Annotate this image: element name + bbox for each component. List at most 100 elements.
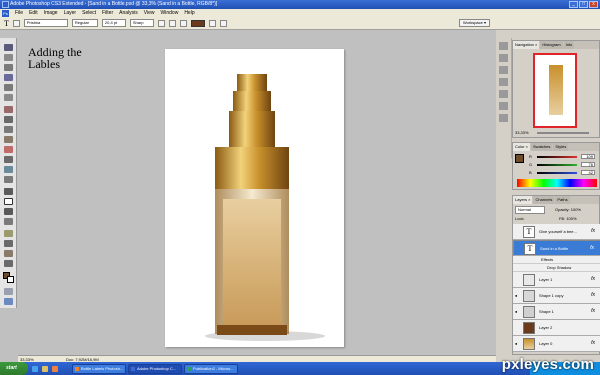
taskbar-item[interactable]: Publication2 - Micros...: [184, 363, 238, 374]
layer-name[interactable]: Layer 1: [539, 277, 552, 282]
antialias-select[interactable]: Sharp: [129, 19, 154, 27]
tab-info[interactable]: Info: [563, 41, 575, 49]
layer-name[interactable]: Shape 1: [539, 309, 554, 314]
navigator-zoom-slider[interactable]: [537, 132, 589, 134]
text-color-swatch[interactable]: [190, 19, 205, 27]
dodge-tool-icon[interactable]: [4, 176, 13, 183]
layer-row[interactable]: ● Shape 1 fx: [513, 304, 600, 320]
magic-wand-tool-icon[interactable]: [4, 74, 13, 81]
history-panel-icon[interactable]: [499, 42, 508, 50]
drop-shadow-row[interactable]: Drop Shadow: [513, 264, 600, 272]
eraser-tool-icon[interactable]: [4, 146, 13, 153]
menu-layer[interactable]: Layer: [64, 10, 77, 16]
menu-select[interactable]: Select: [82, 10, 96, 16]
desktop-icon[interactable]: [42, 365, 48, 372]
red-slider[interactable]: R 109: [529, 154, 599, 159]
tab-navigator[interactable]: Navigation ×: [513, 41, 540, 49]
red-track[interactable]: [537, 156, 577, 158]
font-style-select[interactable]: Regular: [71, 19, 98, 27]
healing-brush-tool-icon[interactable]: [4, 106, 13, 113]
type-tool-icon-active[interactable]: [4, 198, 13, 205]
lasso-tool-icon[interactable]: [4, 64, 13, 71]
history-brush-tool-icon[interactable]: [4, 136, 13, 143]
quick-mask-icon[interactable]: [4, 288, 13, 295]
fill-field[interactable]: Fill: 100%: [559, 216, 577, 221]
fx-icon[interactable]: fx: [591, 308, 595, 314]
pen-tool-icon[interactable]: [4, 188, 13, 195]
layer-name[interactable]: Layer 0: [539, 341, 552, 346]
tab-styles[interactable]: Styles: [553, 143, 569, 151]
layer-row-selected[interactable]: T Sand in a Bottle fx: [513, 240, 600, 256]
navigator-zoom[interactable]: 33,33%: [515, 130, 529, 135]
effects-row[interactable]: Effects: [513, 256, 600, 264]
eye-icon[interactable]: ●: [515, 341, 520, 346]
menu-edit[interactable]: Edit: [29, 10, 38, 16]
color-spectrum-bar[interactable]: [517, 179, 597, 187]
navigator-thumbnail[interactable]: [533, 53, 577, 128]
notes-tool-icon[interactable]: [4, 230, 13, 237]
layer-row[interactable]: ● Layer 0 fx: [513, 336, 600, 352]
paragraph-panel-icon[interactable]: [499, 114, 508, 122]
align-center-button[interactable]: [168, 19, 176, 27]
opacity-field[interactable]: Opacity: 100%: [555, 207, 581, 212]
green-value[interactable]: 76: [581, 162, 595, 167]
marquee-tool-icon[interactable]: [4, 54, 13, 61]
actions-panel-icon[interactable]: [499, 54, 508, 62]
menu-analysis[interactable]: Analysis: [119, 10, 138, 16]
brushes-panel-icon[interactable]: [499, 78, 508, 86]
character-panel-icon[interactable]: [499, 102, 508, 110]
fx-icon[interactable]: fx: [591, 340, 595, 346]
close-button[interactable]: x: [589, 1, 598, 8]
tool-presets-icon[interactable]: [499, 66, 508, 74]
font-size-select[interactable]: 20,4 pt: [101, 19, 126, 27]
clone-stamp-tool-icon[interactable]: [4, 126, 13, 133]
tab-swatches[interactable]: Swatches: [531, 143, 553, 151]
workspace-button[interactable]: Workspace ▾: [458, 19, 490, 27]
minimize-button[interactable]: _: [569, 1, 578, 8]
fx-icon[interactable]: fx: [591, 276, 595, 282]
menu-help[interactable]: Help: [184, 10, 194, 16]
ie-icon[interactable]: [32, 365, 38, 372]
eyedropper-tool-icon[interactable]: [4, 240, 13, 247]
move-tool-icon[interactable]: [4, 44, 13, 51]
layer-name[interactable]: Shape 1 copy: [539, 293, 563, 298]
shape-tool-icon[interactable]: [4, 218, 13, 225]
layer-name[interactable]: Sand in a Bottle: [540, 246, 568, 252]
tab-layers[interactable]: Layers ×: [513, 196, 533, 204]
fx-icon[interactable]: fx: [591, 292, 595, 298]
slice-tool-icon[interactable]: [4, 94, 13, 101]
crop-tool-icon[interactable]: [4, 84, 13, 91]
fx-icon[interactable]: fx: [591, 228, 595, 234]
warp-text-button[interactable]: [208, 19, 216, 27]
eye-icon[interactable]: ●: [515, 293, 520, 298]
layer-row[interactable]: Layer 2: [513, 320, 600, 336]
eye-icon[interactable]: ●: [515, 309, 520, 314]
green-slider[interactable]: G 76: [529, 162, 599, 167]
red-value[interactable]: 109: [581, 154, 595, 159]
blue-slider[interactable]: B 42: [529, 170, 599, 175]
zoom-tool-icon[interactable]: [4, 260, 13, 267]
blend-mode-select[interactable]: Normal: [515, 206, 545, 214]
menu-image[interactable]: Image: [44, 10, 58, 16]
taskbar-item-active[interactable]: Adobe Photoshop C...: [128, 363, 182, 374]
media-icon[interactable]: [52, 365, 58, 372]
start-button[interactable]: start: [0, 362, 28, 375]
layer-row[interactable]: Layer 1 fx: [513, 272, 600, 288]
menu-window[interactable]: Window: [161, 10, 179, 16]
type-tool-icon[interactable]: T: [4, 19, 9, 28]
blue-track[interactable]: [537, 172, 577, 174]
path-selection-tool-icon[interactable]: [4, 208, 13, 215]
maximize-button[interactable]: □: [579, 1, 588, 8]
hand-tool-icon[interactable]: [4, 250, 13, 257]
screen-mode-icon[interactable]: [4, 298, 13, 305]
document-canvas[interactable]: [165, 49, 344, 347]
align-left-button[interactable]: [157, 19, 165, 27]
blue-value[interactable]: 42: [581, 170, 595, 175]
clone-source-icon[interactable]: [499, 90, 508, 98]
color-fg-swatch[interactable]: [515, 154, 524, 163]
menu-view[interactable]: View: [144, 10, 155, 16]
orientation-toggle-button[interactable]: [12, 19, 20, 27]
gradient-tool-icon[interactable]: [4, 156, 13, 163]
character-panel-button[interactable]: [219, 19, 227, 27]
brush-tool-icon[interactable]: [4, 116, 13, 123]
